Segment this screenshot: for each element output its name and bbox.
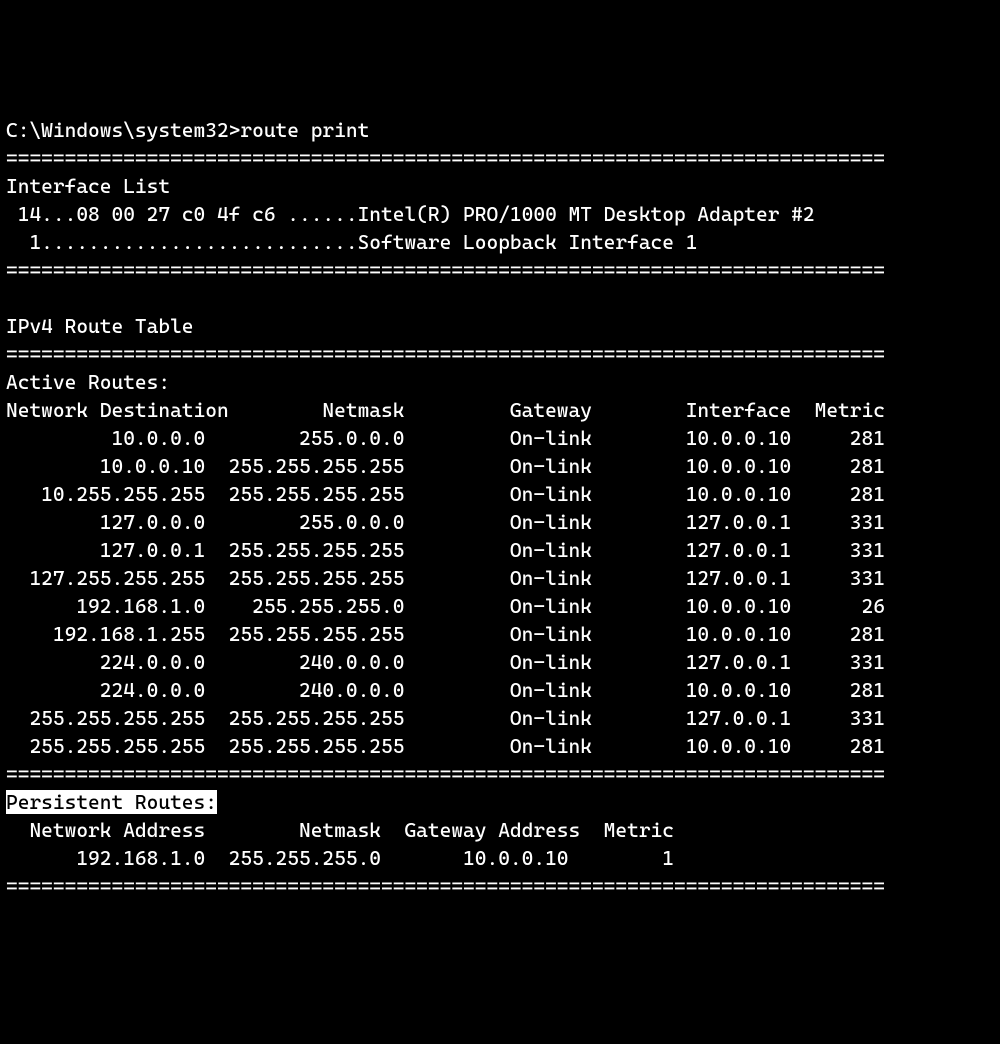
- persistent-rows: 192.168.1.0 255.255.255.0 10.0.0.10 1: [6, 844, 994, 872]
- interface-line: 14...08 00 27 c0 4f c6 ......Intel(R) PR…: [6, 202, 815, 226]
- ipv4-title: IPv4 Route Table: [6, 314, 194, 338]
- persistent-routes-title: Persistent Routes:: [6, 790, 217, 814]
- persistent-header: Network Address Netmask Gateway Address …: [6, 818, 674, 842]
- divider: ========================================…: [6, 258, 885, 282]
- divider: ========================================…: [6, 342, 885, 366]
- divider: ========================================…: [6, 146, 885, 170]
- route-header: Network Destination Netmask Gateway Inte…: [6, 398, 885, 422]
- route-rows: 10.0.0.0 255.0.0.0 On-link 10.0.0.10 281…: [6, 424, 994, 760]
- interface-list-title: Interface List: [6, 174, 170, 198]
- prompt-line: C:\Windows\system32>route print: [6, 118, 369, 142]
- interface-line: 1...........................Software Loo…: [6, 230, 697, 254]
- divider: ========================================…: [6, 762, 885, 786]
- command[interactable]: route print: [240, 118, 369, 142]
- prompt-path: C:\Windows\system32>: [6, 118, 240, 142]
- divider: ========================================…: [6, 874, 885, 898]
- active-routes-title: Active Routes:: [6, 370, 170, 394]
- terminal-output: C:\Windows\system32>route print ========…: [6, 116, 994, 900]
